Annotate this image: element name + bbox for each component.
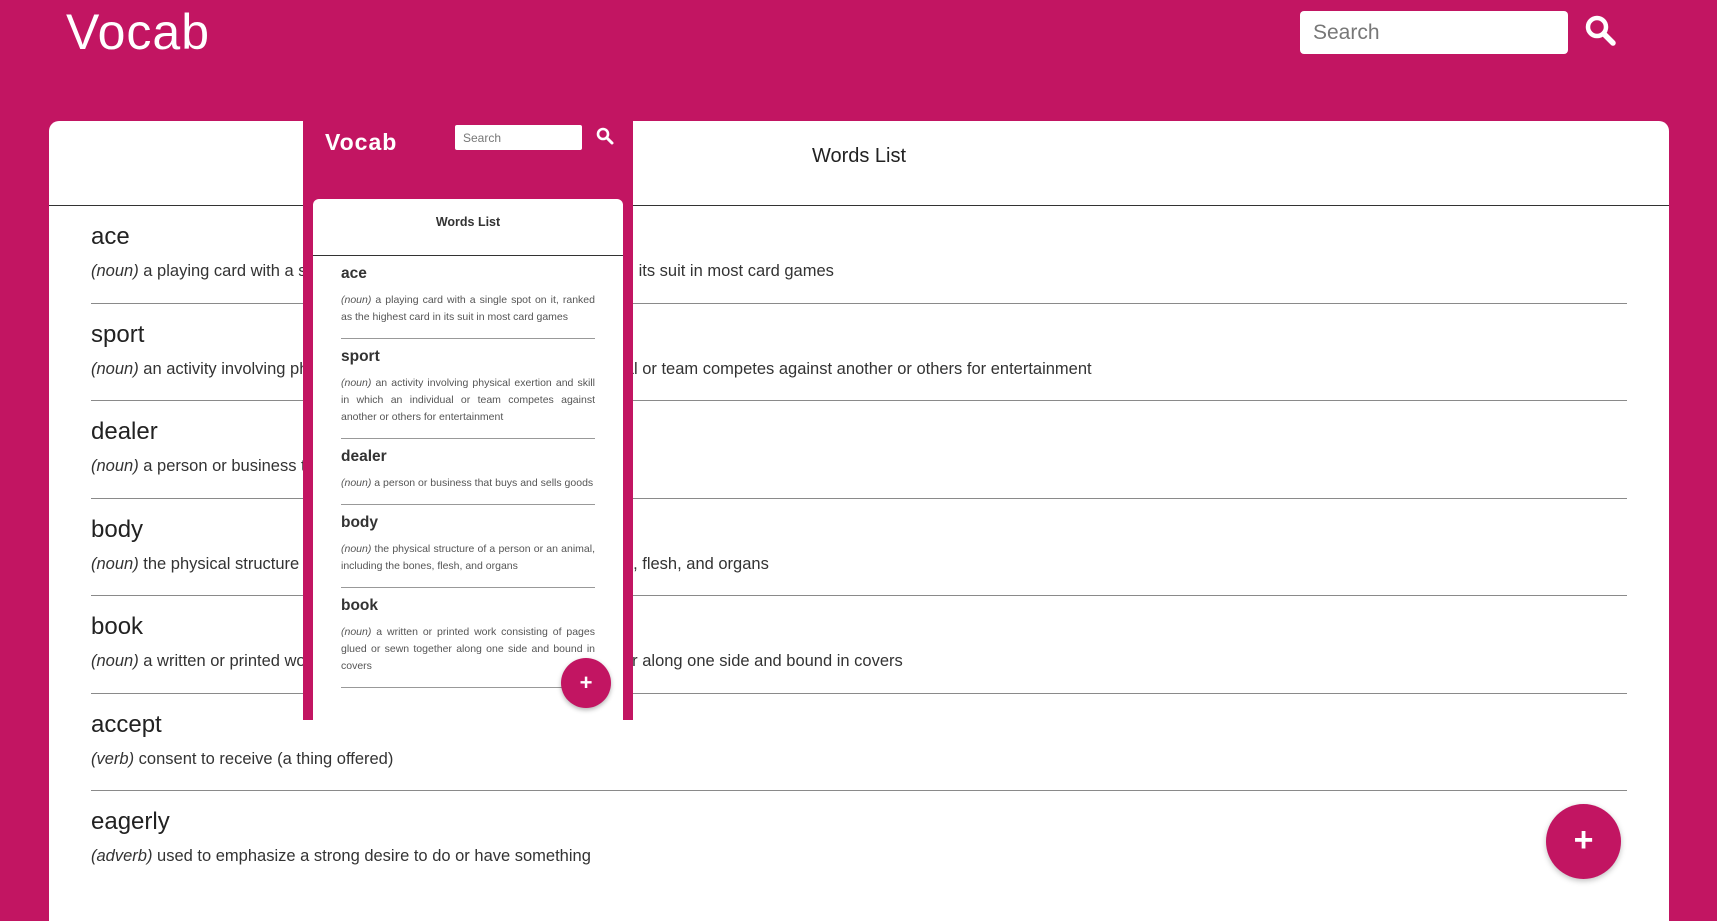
mobile-add-word-button[interactable]: + (561, 658, 611, 708)
mobile-search-button[interactable] (595, 126, 615, 146)
mobile-card-header: Words List (313, 199, 623, 256)
mobile-word-item[interactable]: book (noun) a written or printed work co… (341, 588, 595, 688)
word-pos: (noun) (91, 457, 139, 475)
mobile-word-definition: (noun) an activity involving physical ex… (341, 375, 595, 426)
app-title: Vocab (66, 4, 211, 60)
mobile-word-title: book (341, 597, 379, 614)
mobile-app-title: Vocab (325, 129, 398, 155)
search-icon (596, 127, 614, 145)
word-definition: (verb) consent to receive (a thing offer… (91, 750, 393, 769)
mobile-word-definition-text: an activity involving physical exertion … (341, 377, 595, 423)
mobile-word-list: ace (noun) a playing card with a single … (341, 256, 595, 688)
word-pos: (noun) (91, 554, 139, 573)
mobile-word-definition: (noun) a written or printed work consist… (341, 624, 595, 675)
word-pos: (verb) (91, 749, 135, 768)
mobile-word-title: sport (341, 348, 380, 365)
mobile-word-title: dealer (341, 448, 387, 465)
word-pos: (noun) (91, 262, 139, 280)
add-word-button[interactable]: + (1546, 804, 1621, 879)
word-title: sport (91, 320, 145, 348)
mobile-word-definition-text: a playing card with a single spot on it,… (341, 294, 595, 323)
mobile-search-input[interactable] (455, 125, 582, 150)
mobile-word-definition: (noun) a person or business that buys an… (341, 475, 595, 492)
mobile-word-pos: (noun) (341, 477, 372, 489)
search-input[interactable] (1300, 11, 1568, 54)
word-definition-text: used to emphasize a strong desire to do … (152, 847, 591, 865)
mobile-word-definition-text: a written or printed work consisting of … (341, 626, 595, 672)
card-header: Words List (49, 121, 1669, 206)
search-icon (1585, 15, 1616, 46)
mobile-words-card: Words List ace (noun) a playing card wit… (313, 199, 623, 720)
words-card: Words List ace (noun) a playing card wit… (49, 121, 1669, 921)
word-title: body (91, 515, 144, 543)
mobile-word-item[interactable]: body (noun) the physical structure of a … (341, 505, 595, 588)
word-title: book (91, 613, 144, 640)
mobile-word-definition: (noun) the physical structure of a perso… (341, 541, 595, 575)
mobile-word-item[interactable]: sport (noun) an activity involving physi… (341, 339, 595, 439)
mobile-word-pos: (noun) (341, 543, 372, 555)
mobile-card-title: Words List (435, 215, 501, 229)
mobile-word-definition: (noun) a playing card with a single spot… (341, 292, 595, 326)
mobile-word-definition-text: a person or business that buys and sells… (371, 477, 594, 489)
word-definition-text: consent to receive (a thing offered) (134, 749, 394, 768)
word-definition: (adverb) used to emphasize a strong desi… (91, 847, 591, 866)
mobile-word-definition-text: the physical structure of a person or an… (341, 543, 595, 572)
mobile-word-pos: (noun) (341, 294, 372, 306)
word-title: dealer (91, 418, 158, 445)
mobile-word-title: body (341, 514, 379, 531)
word-pos: (noun) (91, 652, 139, 670)
word-pos: (adverb) (91, 847, 153, 865)
mobile-word-title: ace (341, 265, 367, 282)
word-pos: (noun) (91, 359, 139, 378)
word-title: eagerly (91, 808, 170, 835)
mobile-word-pos: (noun) (341, 377, 372, 389)
card-title: Words List (811, 145, 907, 167)
word-title: ace (91, 223, 130, 250)
mobile-word-item[interactable]: dealer (noun) a person or business that … (341, 439, 595, 505)
mobile-preview: Vocab Words List ace (noun) a playing ca… (303, 120, 633, 720)
search-button[interactable] (1583, 13, 1619, 49)
mobile-word-item[interactable]: ace (noun) a playing card with a single … (341, 256, 595, 339)
word-item[interactable]: eagerly (adverb) used to emphasize a str… (91, 791, 1627, 889)
mobile-word-pos: (noun) (341, 626, 372, 638)
word-title: accept (91, 710, 162, 738)
